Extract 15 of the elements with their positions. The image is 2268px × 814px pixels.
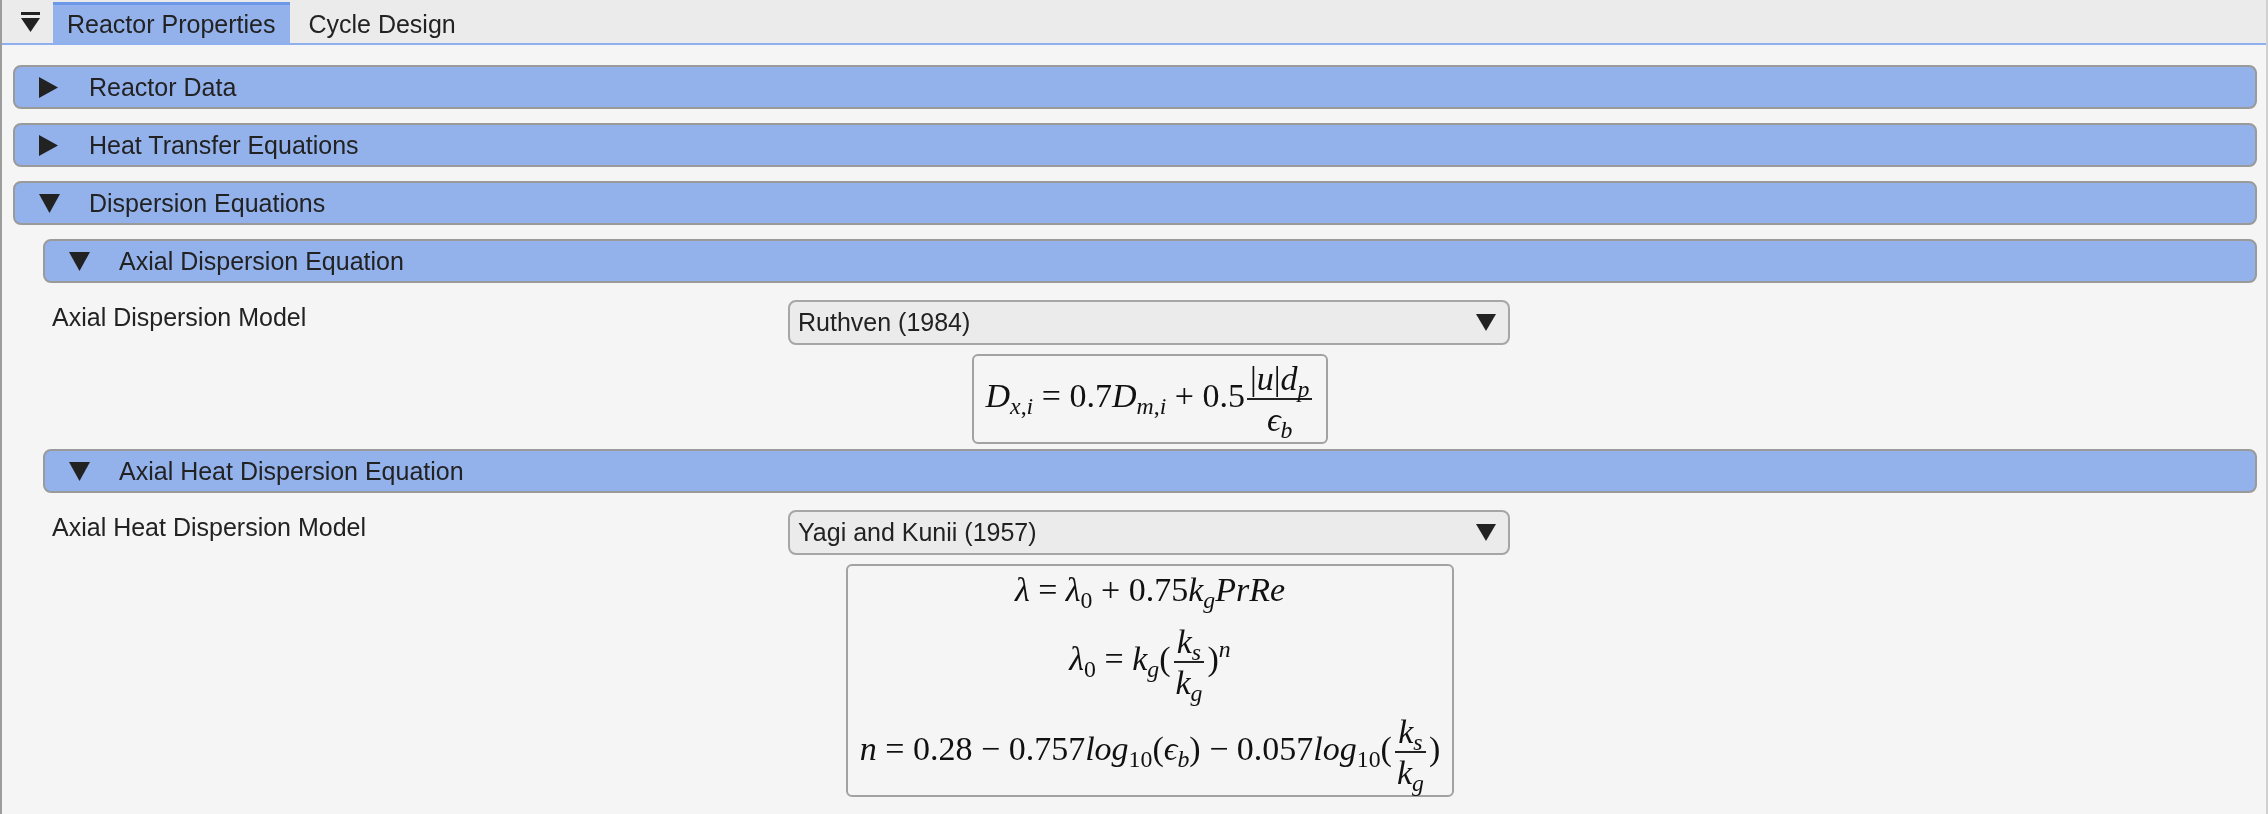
dropdown[interactable]: Yagi and Kunii (1957)	[788, 510, 1510, 556]
section-header[interactable]: Reactor Data	[13, 65, 2257, 109]
caret-icon[interactable]	[21, 11, 40, 32]
field-label: Axial Dispersion Model	[51, 302, 308, 333]
section-header[interactable]: Dispersion Equations	[13, 181, 2257, 225]
caret-icon	[1476, 314, 1496, 331]
section-header[interactable]: Axial Dispersion Equation	[43, 239, 2257, 283]
field-label: Axial Heat Dispersion Model	[51, 512, 368, 544]
section-header[interactable]: Heat Transfer Equations	[13, 123, 2257, 167]
tab[interactable]: Reactor Properties	[53, 2, 291, 43]
caret-icon	[1476, 524, 1496, 542]
tab[interactable]: Cycle Design	[294, 2, 471, 43]
section-header[interactable]: Axial Heat Dispersion Equation	[43, 449, 2257, 494]
dropdown[interactable]: Ruthven (1984)	[788, 300, 1510, 345]
formula: λ = λ$_{0}$ + 0.75k$_{g}$PrRe	[1014, 570, 1286, 612]
